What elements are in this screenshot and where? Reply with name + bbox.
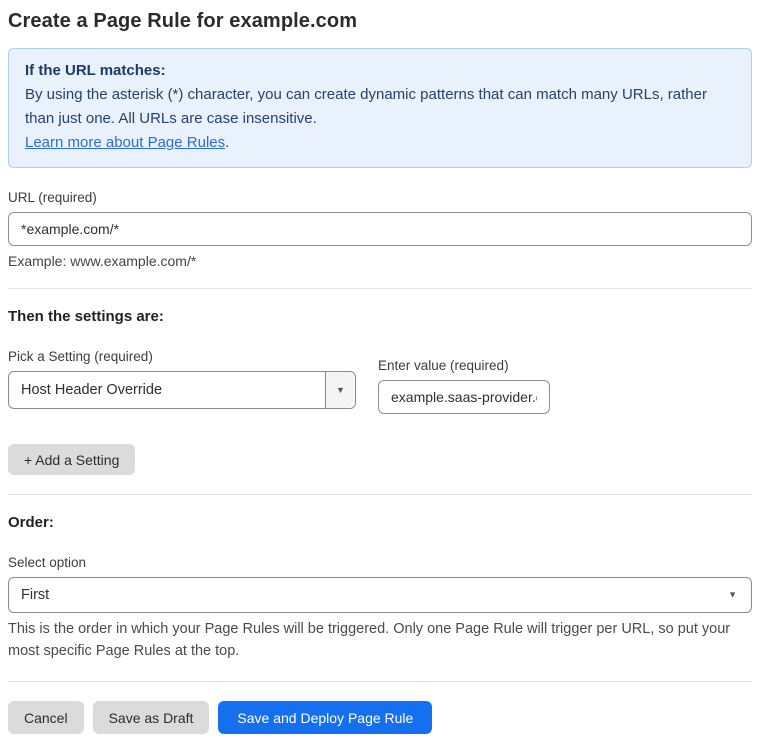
- setting-value-group: Enter value (required): [378, 358, 550, 414]
- setting-row: Pick a Setting (required) Host Header Ov…: [8, 349, 752, 414]
- divider: [8, 288, 752, 289]
- setting-picker-label: Pick a Setting (required): [8, 349, 153, 364]
- info-box-heading: If the URL matches:: [25, 62, 166, 79]
- chevron-down-icon: ▼: [336, 384, 345, 395]
- page-title: Create a Page Rule for example.com: [8, 10, 358, 32]
- info-box-body: By using the asterisk (*) character, you…: [25, 86, 707, 127]
- chevron-down-icon: ▼: [728, 589, 737, 600]
- order-field-group: Select option First ▼ This is the order …: [8, 555, 752, 662]
- setting-select-arrow-box[interactable]: ▼: [325, 372, 355, 408]
- page-rule-form: Create a Page Rule for example.com If th…: [0, 0, 766, 746]
- setting-select[interactable]: Host Header Override ▼: [8, 371, 356, 409]
- save-and-deploy-button[interactable]: Save and Deploy Page Rule: [218, 701, 433, 734]
- setting-value-label: Enter value (required): [378, 358, 509, 373]
- save-as-draft-button[interactable]: Save as Draft: [92, 701, 210, 734]
- order-helper-text: This is the order in which your Page Rul…: [8, 621, 731, 659]
- order-select[interactable]: First ▼: [8, 577, 752, 613]
- url-match-info-box: If the URL matches: By using the asteris…: [8, 48, 752, 168]
- divider: [8, 681, 752, 682]
- order-select-label: Select option: [8, 555, 87, 570]
- url-example-helper: Example: www.example.com/*: [8, 253, 197, 269]
- learn-more-link[interactable]: Learn more about Page Rules: [25, 134, 225, 151]
- url-field-label: URL (required): [8, 190, 97, 205]
- setting-select-value: Host Header Override: [21, 382, 163, 398]
- cancel-button[interactable]: Cancel: [8, 701, 84, 734]
- order-select-value: First: [21, 587, 50, 603]
- setting-value-input[interactable]: [378, 380, 550, 414]
- add-setting-button[interactable]: + Add a Setting: [8, 444, 136, 475]
- url-field-group: URL (required) Example: www.example.com/…: [8, 190, 752, 269]
- settings-section-heading: Then the settings are:: [8, 308, 164, 325]
- form-actions: Cancel Save as Draft Save and Deploy Pag…: [8, 701, 752, 734]
- divider: [8, 494, 752, 495]
- setting-picker-group: Pick a Setting (required) Host Header Ov…: [8, 349, 356, 409]
- order-section-heading: Order:: [8, 514, 54, 531]
- info-box-link-line: Learn more about Page Rules.: [25, 131, 735, 155]
- link-suffix-period: .: [225, 134, 230, 151]
- url-input[interactable]: [8, 212, 752, 246]
